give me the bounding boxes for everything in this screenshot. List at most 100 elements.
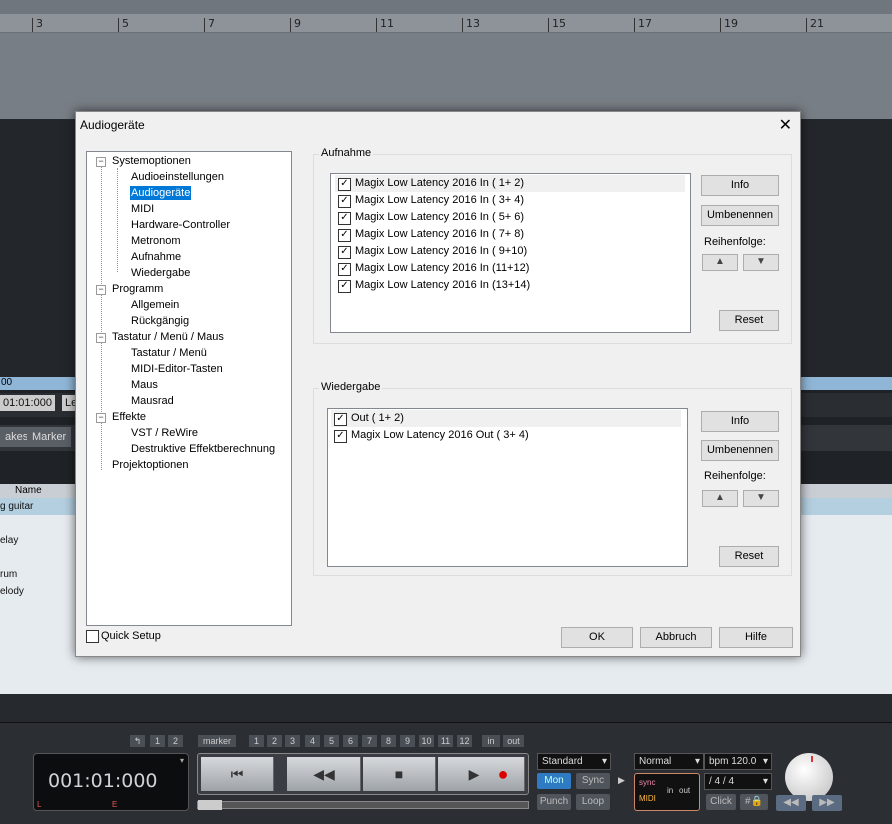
device-checkbox[interactable]: ✓ xyxy=(334,413,347,426)
marker-number[interactable]: 10 xyxy=(419,735,434,747)
tree-item-projektoptionen[interactable]: Projektoptionen xyxy=(112,458,188,472)
marker-number[interactable]: 6 xyxy=(343,735,358,747)
tree-item-maus[interactable]: Maus xyxy=(131,378,158,392)
list-item[interactable]: ✓ Magix Low Latency 2016 In ( 3+ 4) xyxy=(335,192,685,209)
marker-number[interactable]: 3 xyxy=(285,735,300,747)
list-item[interactable]: ✓ Magix Low Latency 2016 In ( 7+ 8) xyxy=(335,226,685,243)
tree-item-metronom[interactable]: Metronom xyxy=(131,234,181,248)
list-item[interactable]: elay xyxy=(0,535,18,546)
position-slider-handle[interactable] xyxy=(198,800,222,810)
collapse-icon[interactable]: − xyxy=(96,285,106,295)
timeline-ruler[interactable]: 3 5 7 9 11 13 15 17 19 21 xyxy=(0,0,892,33)
record-button[interactable]: ● xyxy=(482,757,525,791)
move-down-icon[interactable]: ▼ xyxy=(743,490,779,507)
tree-item-audioeinstellungen[interactable]: Audioeinstellungen xyxy=(131,170,224,184)
collapse-icon[interactable]: − xyxy=(96,413,106,423)
out-point-button[interactable]: out xyxy=(503,735,524,747)
track-lane[interactable] xyxy=(0,33,892,119)
recording-reset-button[interactable]: Reset xyxy=(719,310,779,331)
stop-button[interactable]: ■ xyxy=(363,757,436,791)
jog-back-button[interactable]: ◀◀ xyxy=(776,795,806,811)
tree-item-programm[interactable]: Programm xyxy=(112,282,163,296)
device-checkbox[interactable]: ✓ xyxy=(334,430,347,443)
time-signature-dropdown[interactable]: / 4 / 4 ▾ xyxy=(704,773,772,790)
cancel-button[interactable]: Abbruch xyxy=(640,627,712,648)
jog-wheel[interactable] xyxy=(785,753,833,801)
list-item[interactable]: ✓ Magix Low Latency 2016 In ( 9+10) xyxy=(335,243,685,260)
list-item[interactable]: ✓ Magix Low Latency 2016 In (13+14) xyxy=(335,277,685,294)
sync-midi-panel[interactable]: sync MIDI in out xyxy=(634,773,700,811)
loop-button[interactable]: Loop xyxy=(576,794,610,810)
marker-2-button[interactable]: 2 xyxy=(168,735,183,747)
list-item[interactable]: g guitar xyxy=(0,501,33,512)
move-down-icon[interactable]: ▼ xyxy=(743,254,779,271)
undo-marker-button[interactable]: ↰ xyxy=(130,735,145,747)
collapse-icon[interactable]: − xyxy=(96,333,106,343)
sync-button[interactable]: Sync xyxy=(576,773,610,789)
tab-marker[interactable]: Marker xyxy=(27,427,72,447)
tempo-mode-dropdown[interactable]: Normal ▾ xyxy=(634,753,704,770)
recording-info-button[interactable]: Info xyxy=(701,175,779,196)
tree-item-hardware-controller[interactable]: Hardware-Controller xyxy=(131,218,230,232)
marker-number[interactable]: 2 xyxy=(267,735,282,747)
marker-number[interactable]: 5 xyxy=(324,735,339,747)
recording-rename-button[interactable]: Umbenennen xyxy=(701,205,779,226)
device-checkbox[interactable]: ✓ xyxy=(338,263,351,276)
playback-reset-button[interactable]: Reset xyxy=(719,546,779,567)
bpm-dropdown[interactable]: bpm 120.0 ▾ xyxy=(704,753,772,770)
marker-number[interactable]: 7 xyxy=(362,735,377,747)
device-checkbox[interactable]: ✓ xyxy=(338,229,351,242)
tree-item-rueckgaengig[interactable]: Rückgängig xyxy=(131,314,189,328)
marker-1-button[interactable]: 1 xyxy=(150,735,165,747)
marker-number[interactable]: 11 xyxy=(438,735,453,747)
list-item[interactable]: elody xyxy=(0,586,24,597)
tree-item-allgemein[interactable]: Allgemein xyxy=(131,298,179,312)
device-checkbox[interactable]: ✓ xyxy=(338,212,351,225)
marker-number[interactable]: 4 xyxy=(305,735,320,747)
collapse-icon[interactable]: − xyxy=(96,157,106,167)
move-up-icon[interactable]: ▲ xyxy=(702,490,738,507)
punch-button[interactable]: Punch xyxy=(537,794,571,810)
position-display[interactable]: 01:01:000 xyxy=(0,395,55,411)
close-icon[interactable]: ✕ xyxy=(779,115,792,135)
tree-item-systemoptionen[interactable]: Systemoptionen xyxy=(112,154,191,168)
device-checkbox[interactable]: ✓ xyxy=(338,280,351,293)
marker-number[interactable]: 8 xyxy=(381,735,396,747)
list-item[interactable]: rum xyxy=(0,569,17,580)
quick-setup-checkbox[interactable] xyxy=(86,630,99,643)
go-to-start-button[interactable]: ⏮ xyxy=(201,757,274,791)
position-slider[interactable] xyxy=(197,800,529,810)
in-point-button[interactable]: in xyxy=(482,735,500,747)
ok-button[interactable]: OK xyxy=(561,627,633,648)
expand-arrow-icon[interactable]: ▶ xyxy=(618,775,625,786)
device-checkbox[interactable]: ✓ xyxy=(338,195,351,208)
click-button[interactable]: Click xyxy=(706,794,736,810)
tree-item-audiogeraete[interactable]: Audiogeräte xyxy=(130,186,192,200)
list-item[interactable]: ✓ Out ( 1+ 2) xyxy=(331,410,681,427)
list-item[interactable]: ✓ Magix Low Latency 2016 In ( 1+ 2) xyxy=(335,175,685,192)
mode-dropdown[interactable]: Standard ▾ xyxy=(537,753,611,770)
list-item[interactable]: ✓ Magix Low Latency 2016 In ( 5+ 6) xyxy=(335,209,685,226)
tree-item-tastatur-menue-maus[interactable]: Tastatur / Menü / Maus xyxy=(112,330,224,344)
tree-item-mausrad[interactable]: Mausrad xyxy=(131,394,174,408)
mon-button[interactable]: Mon xyxy=(537,773,571,789)
tree-item-midi-editor-tasten[interactable]: MIDI-Editor-Tasten xyxy=(131,362,223,376)
marker-number[interactable]: 9 xyxy=(400,735,415,747)
time-counter[interactable]: 001:01:000 L E ▾ xyxy=(33,753,189,811)
help-button[interactable]: Hilfe xyxy=(719,627,793,648)
tree-item-effekte[interactable]: Effekte xyxy=(112,410,146,424)
playback-rename-button[interactable]: Umbenennen xyxy=(701,440,779,461)
jog-forward-button[interactable]: ▶▶ xyxy=(812,795,842,811)
marker-number[interactable]: 12 xyxy=(457,735,472,747)
tree-item-destruktive-effektberechnung[interactable]: Destruktive Effektberechnung xyxy=(131,442,275,456)
device-checkbox[interactable]: ✓ xyxy=(338,178,351,191)
tree-item-aufnahme[interactable]: Aufnahme xyxy=(131,250,181,264)
tree-item-vst-rewire[interactable]: VST / ReWire xyxy=(131,426,198,440)
list-item[interactable]: ✓ Magix Low Latency 2016 In (11+12) xyxy=(335,260,685,277)
counter-dropdown-icon[interactable]: ▾ xyxy=(180,756,184,765)
device-checkbox[interactable]: ✓ xyxy=(338,246,351,259)
move-up-icon[interactable]: ▲ xyxy=(702,254,738,271)
tree-item-wiedergabe[interactable]: Wiedergabe xyxy=(131,266,190,280)
name-column-header[interactable]: Name xyxy=(15,485,42,496)
grid-lock-button[interactable]: #🔒 xyxy=(740,794,768,810)
